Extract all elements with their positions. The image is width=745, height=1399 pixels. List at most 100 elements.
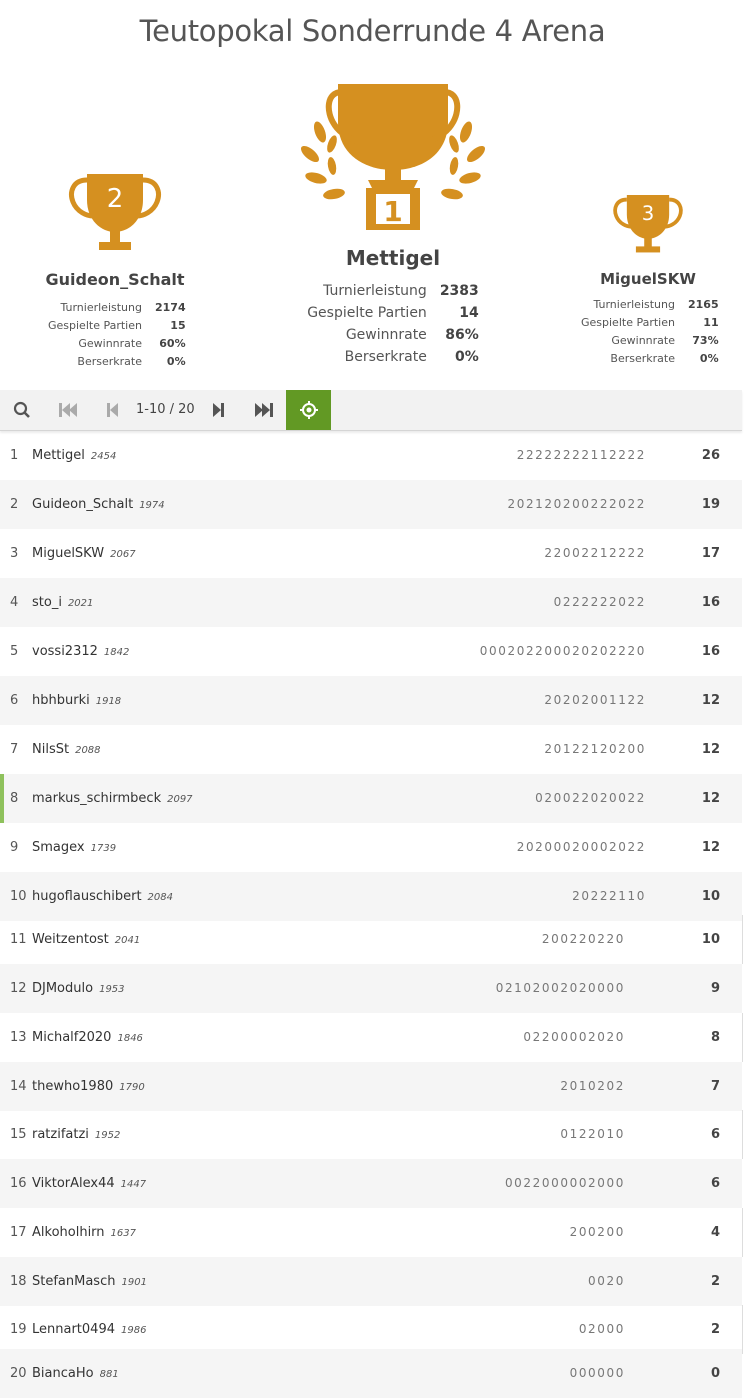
player-name[interactable]: MiguelSKW bbox=[32, 546, 104, 561]
next-page-button[interactable] bbox=[204, 390, 234, 430]
previous-page-button[interactable] bbox=[96, 390, 128, 430]
row-player[interactable]: ViktorAlex44 1447 bbox=[32, 1159, 146, 1209]
standings-row[interactable]: 7 NilsSt 2088 20122120200 12 bbox=[0, 725, 742, 774]
player-name[interactable]: Weitzentost bbox=[32, 932, 109, 947]
standings-row[interactable]: 18 StefanMasch 1901 0020 2 bbox=[0, 1257, 742, 1306]
player-name[interactable]: DJModulo bbox=[32, 981, 93, 996]
standings-row[interactable]: 4 sto_i 2021 0222222022 16 bbox=[0, 578, 742, 627]
row-player[interactable]: BiancaHo 881 bbox=[32, 1349, 119, 1399]
player-name[interactable]: Smagex bbox=[32, 840, 85, 855]
player-rating: 1447 bbox=[120, 1179, 147, 1190]
player-name[interactable]: hbhburki bbox=[32, 693, 90, 708]
standings-row-me[interactable]: 8 markus_schirmbeck 2097 020022020022 12 bbox=[0, 774, 742, 823]
standings-row[interactable]: 17 Alkoholhirn 1637 200200 4 bbox=[0, 1208, 743, 1257]
row-player[interactable]: vossi2312 1842 bbox=[32, 627, 129, 677]
search-button[interactable] bbox=[0, 390, 44, 430]
standings-row[interactable]: 9 Smagex 1739 20200020002022 12 bbox=[0, 823, 742, 872]
player-name[interactable]: Mettigel bbox=[32, 448, 85, 463]
trophy-rank-label: 3 bbox=[642, 202, 655, 225]
row-player[interactable]: DJModulo 1953 bbox=[32, 964, 125, 1014]
first-page-button[interactable] bbox=[48, 390, 88, 430]
row-total-score: 16 bbox=[701, 644, 720, 659]
standings-row[interactable]: 5 vossi2312 1842 000202200020202220 16 bbox=[0, 627, 742, 676]
player-name[interactable]: ViktorAlex44 bbox=[32, 1176, 115, 1191]
row-player[interactable]: NilsSt 2088 bbox=[32, 725, 101, 775]
stat-label: Berserkrate bbox=[77, 355, 142, 368]
row-player[interactable]: Michalf2020 1846 bbox=[32, 1013, 143, 1063]
player-name[interactable]: BiancaHo bbox=[32, 1366, 94, 1381]
locate-me-button[interactable] bbox=[286, 390, 331, 430]
page-range: 1-10 / 20 bbox=[136, 402, 195, 417]
standings-row[interactable]: 16 ViktorAlex44 1447 0022000002000 6 bbox=[0, 1159, 742, 1208]
player-name[interactable]: vossi2312 bbox=[32, 644, 98, 659]
row-player[interactable]: sto_i 2021 bbox=[32, 578, 93, 628]
search-icon bbox=[13, 401, 30, 418]
row-player[interactable]: Guideon_Schalt 1974 bbox=[32, 480, 165, 530]
player-name[interactable]: NilsSt bbox=[32, 742, 69, 757]
player-rating: 1901 bbox=[121, 1277, 147, 1288]
podium-player-name[interactable]: MiguelSKW bbox=[578, 270, 718, 288]
row-score-sheet: 202120200222022 bbox=[507, 497, 646, 511]
standings-row[interactable]: 19 Lennart0494 1986 02000 2 bbox=[0, 1305, 743, 1354]
standings-row[interactable]: 6 hbhburki 1918 20202001122 12 bbox=[0, 676, 742, 725]
standings-row[interactable]: 15 ratzifatzi 1952 0122010 6 bbox=[0, 1110, 743, 1159]
player-name[interactable]: Lennart0494 bbox=[32, 1322, 115, 1337]
player-rating: 1739 bbox=[90, 843, 117, 854]
player-name[interactable]: Michalf2020 bbox=[32, 1030, 111, 1045]
player-name[interactable]: ratzifatzi bbox=[32, 1127, 89, 1142]
row-player[interactable]: StefanMasch 1901 bbox=[32, 1257, 147, 1307]
standings-row[interactable]: 10 hugoflauschibert 2084 20222110 10 bbox=[0, 872, 742, 921]
player-name[interactable]: sto_i bbox=[32, 595, 62, 610]
stat-value: 0% bbox=[699, 352, 719, 365]
row-player[interactable]: Lennart0494 1986 bbox=[32, 1305, 146, 1355]
player-name[interactable]: Guideon_Schalt bbox=[32, 497, 133, 512]
row-total-score: 19 bbox=[701, 497, 720, 512]
row-player[interactable]: markus_schirmbeck 2097 bbox=[32, 774, 193, 824]
trophy-icon: 3 bbox=[613, 195, 683, 253]
row-rank: 15 bbox=[10, 1127, 27, 1142]
standings-row[interactable]: 20 BiancaHo 881 000000 0 bbox=[0, 1349, 742, 1398]
row-player[interactable]: Alkoholhirn 1637 bbox=[32, 1208, 136, 1258]
podium-first: 1 Mettigel Turnierleistung 2383 Gespielte… bbox=[293, 82, 493, 368]
row-player[interactable]: Mettigel 2454 bbox=[32, 431, 116, 481]
row-total-score: 9 bbox=[710, 981, 720, 996]
standings-row[interactable]: 13 Michalf2020 1846 02200002020 8 bbox=[0, 1013, 743, 1062]
row-total-score: 26 bbox=[701, 448, 720, 463]
standings-row[interactable]: 14 thewho1980 1790 2010202 7 bbox=[0, 1062, 742, 1111]
row-player[interactable]: ratzifatzi 1952 bbox=[32, 1110, 120, 1160]
player-rating: 2041 bbox=[114, 935, 141, 946]
last-page-button[interactable] bbox=[244, 390, 284, 430]
stat-label: Gewinnrate bbox=[345, 327, 427, 343]
row-total-score: 7 bbox=[710, 1079, 720, 1094]
stat-value: 86% bbox=[445, 327, 479, 343]
row-rank: 6 bbox=[10, 693, 19, 708]
podium-stats: Turnierleistung 2174 Gespielte Partien 15 … bbox=[45, 299, 189, 371]
row-score-sheet: 0222222022 bbox=[553, 595, 646, 609]
player-name[interactable]: hugoflauschibert bbox=[32, 889, 142, 904]
player-rating: 2454 bbox=[90, 451, 117, 462]
podium-player-name[interactable]: Mettigel bbox=[293, 246, 493, 270]
standings-row[interactable]: 2 Guideon_Schalt 1974 202120200222022 19 bbox=[0, 480, 742, 529]
row-player[interactable]: thewho1980 1790 bbox=[32, 1062, 145, 1112]
row-total-score: 12 bbox=[701, 840, 720, 855]
row-player[interactable]: MiguelSKW 2067 bbox=[32, 529, 136, 579]
row-player[interactable]: Smagex 1739 bbox=[32, 823, 116, 873]
page-title: Teutopokal Sonderrunde 4 Arena bbox=[139, 14, 606, 48]
stat-label: Gespielte Partien bbox=[581, 316, 675, 329]
player-name[interactable]: Alkoholhirn bbox=[32, 1225, 105, 1240]
standings-row[interactable]: 11 Weitzentost 2041 200220220 10 bbox=[0, 915, 743, 964]
row-player[interactable]: Weitzentost 2041 bbox=[32, 915, 140, 965]
podium-player-name[interactable]: Guideon_Schalt bbox=[45, 270, 185, 289]
row-total-score: 6 bbox=[710, 1176, 720, 1191]
player-name[interactable]: markus_schirmbeck bbox=[32, 791, 161, 806]
standings-row[interactable]: 12 DJModulo 1953 02102002020000 9 bbox=[0, 964, 742, 1013]
standings-row[interactable]: 1 Mettigel 2454 22222222112222 26 bbox=[0, 431, 742, 480]
standings-row[interactable]: 3 MiguelSKW 2067 22002212222 17 bbox=[0, 529, 742, 578]
player-name[interactable]: thewho1980 bbox=[32, 1079, 113, 1094]
stat-label: Turnierleistung bbox=[60, 301, 142, 314]
row-score-sheet: 02102002020000 bbox=[495, 981, 625, 995]
row-player[interactable]: hbhburki 1918 bbox=[32, 676, 121, 726]
row-rank: 14 bbox=[10, 1079, 27, 1094]
row-score-sheet: 02000 bbox=[578, 1322, 625, 1336]
player-name[interactable]: StefanMasch bbox=[32, 1274, 115, 1289]
